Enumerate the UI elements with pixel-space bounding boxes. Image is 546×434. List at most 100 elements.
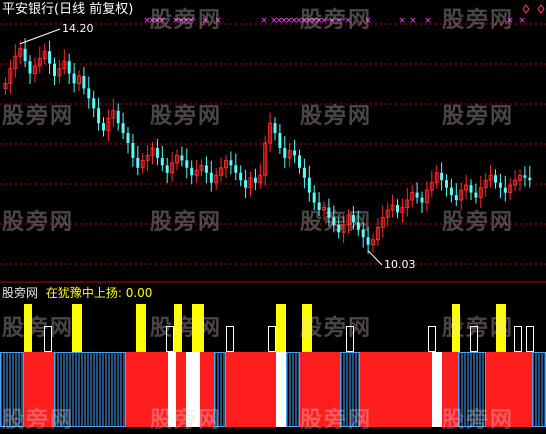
indicator-value: 0.00 (125, 286, 153, 300)
candle-body (97, 108, 101, 124)
indicator-bar-white (432, 352, 442, 427)
signal-marker: × (260, 16, 268, 26)
signal-marker: × (201, 16, 209, 26)
candle-body (155, 147, 159, 158)
candle-body (126, 133, 130, 143)
candle-body (67, 61, 71, 74)
indicator-prefix: 股旁网 (2, 286, 39, 300)
indicator-bar-yellow (136, 304, 146, 352)
signal-marker: × (506, 16, 514, 26)
candle-body (92, 98, 96, 109)
signal-marker: × (187, 16, 195, 26)
candle-body (361, 229, 365, 238)
candle-body (337, 224, 341, 233)
indicator-bar-outline-white (166, 326, 174, 352)
indicator-bar-yellow (72, 304, 82, 352)
candle-body (278, 133, 282, 148)
candle-body (494, 175, 497, 183)
candle-body (234, 165, 238, 173)
candle-body (298, 155, 301, 168)
candle-body (307, 177, 311, 193)
indicator-bar-yellow (192, 304, 204, 352)
indicator-bar-red (126, 352, 168, 427)
candle-body (72, 73, 76, 84)
candle-body (82, 76, 86, 89)
candle-body (498, 182, 502, 188)
candle-body (523, 175, 527, 178)
low-price-label: 10.03 (384, 258, 416, 271)
candle-body (332, 217, 336, 225)
indicator-bar-red (226, 352, 276, 427)
indicator-bar-red (200, 352, 214, 427)
candle-body (445, 180, 448, 188)
indicator-bar-outline-white (44, 326, 52, 352)
indicator-bar-white (276, 352, 286, 427)
candle-body (165, 165, 169, 173)
indicator-bar-red (360, 352, 432, 427)
signal-marker: × (424, 16, 432, 26)
indicator-bar-yellow (452, 304, 460, 352)
candle-body (136, 157, 140, 168)
indicator-bar-red (24, 352, 46, 427)
indicator-bar-yellow (302, 304, 312, 352)
candle-body (317, 202, 321, 210)
candle-body (180, 155, 184, 161)
signal-marker: × (409, 16, 417, 26)
candle-body (87, 88, 91, 99)
chart-title: 平安银行(日线 前复权) (2, 2, 134, 17)
indicator-bar-red (512, 352, 532, 427)
indicator-bar-red (486, 352, 512, 427)
candle-body (327, 207, 331, 218)
indicator-title: 股旁网 在犹豫中上扬: 0.00 (2, 286, 152, 300)
indicator-bar-red (442, 352, 458, 427)
candle-body (229, 160, 233, 166)
indicator-bar-outline-white (268, 326, 276, 352)
indicator-bar-red (176, 352, 186, 427)
candle-body (293, 150, 297, 156)
candle-body (28, 61, 32, 74)
candle-body (449, 187, 453, 196)
candle-body (121, 123, 125, 134)
indicator-bar-outline-white (526, 326, 534, 352)
candle-body (53, 63, 56, 77)
indicator-bar-yellow (496, 304, 506, 352)
low-pointer (367, 250, 383, 266)
candle-body (528, 177, 532, 181)
candle-body (209, 172, 213, 183)
candle-body (23, 48, 27, 62)
indicator-bar-outline-white (226, 326, 234, 352)
candle-body (131, 143, 135, 158)
indicator-bar-outline-white (470, 326, 478, 352)
candle-body (396, 205, 399, 213)
diamond-marker (522, 4, 530, 14)
indicator-bar-outline-white (428, 326, 436, 352)
candle-body (190, 167, 194, 176)
signal-marker: × (320, 16, 328, 26)
indicator-bar-yellow (174, 304, 182, 352)
candle-body (415, 192, 419, 198)
indicator-bar-white (186, 352, 200, 427)
signal-marker: × (518, 16, 526, 26)
candle-body (440, 172, 444, 181)
indicator-bar-red (46, 352, 54, 427)
diamond-marker (537, 4, 545, 14)
signal-marker: × (398, 16, 406, 26)
candle-body (48, 51, 52, 64)
candle-body (283, 147, 287, 158)
candle-body (312, 192, 316, 203)
candle-body (185, 160, 189, 168)
indicator-bar-outline-white (346, 326, 354, 352)
candle-body (469, 185, 473, 193)
stock-chart-window: × × × × × × × × × × × × × × × × × × × × × × × × × × × × × × × 股旁网 股旁网 … (0, 0, 546, 433)
candle-body (351, 214, 355, 223)
indicator-bar-red (300, 352, 340, 427)
indicator-bar-outline-white (514, 326, 522, 352)
candle-body (420, 197, 424, 203)
candle-body (244, 180, 248, 188)
indicator-bar-yellow (276, 304, 286, 352)
candle-body (503, 187, 507, 193)
candle-body (302, 167, 306, 178)
chart-canvas: ×××× ×××× × × × ××××××××××× × × × × × × × × × (0, 4, 546, 427)
candle-body (102, 123, 105, 131)
signal-marker: × (335, 16, 343, 26)
